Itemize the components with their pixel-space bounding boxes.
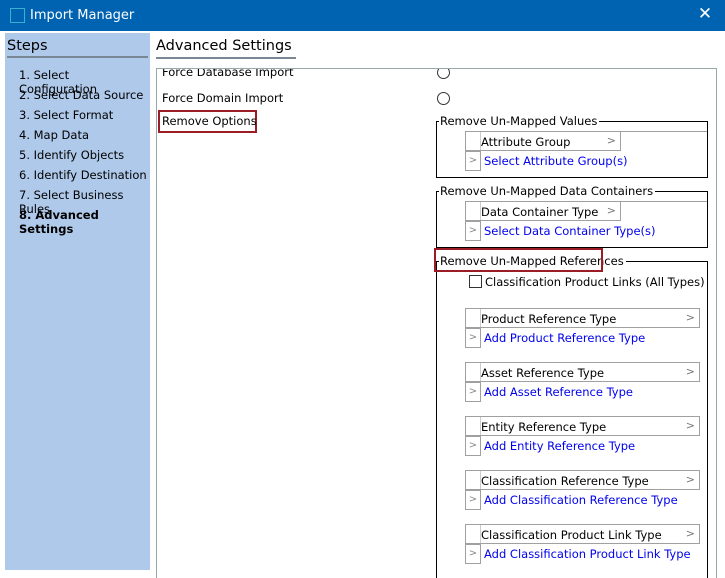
header-label: Classification Reference Type [481,474,649,488]
step-select-data-source[interactable]: 2. Select Data Source [19,88,143,102]
link-row: > Add Asset Reference Type [465,382,700,402]
add-reference-type-link[interactable]: Add Asset Reference Type [484,385,633,399]
header-label: Entity Reference Type [481,420,607,434]
link-row: > Select Data Container Type(s) [465,221,695,241]
expand-icon[interactable]: > [465,221,481,241]
link-row: > Add Entity Reference Type [465,436,700,456]
steps-title: Steps [7,38,48,54]
data-container-type-header[interactable]: Data Container Type > [465,201,621,221]
remove-unmapped-references-group: Remove Un-Mapped References Classificati… [436,254,708,578]
header-label: Asset Reference Type [481,366,605,380]
remove-unmapped-data-containers-group: Remove Un-Mapped Data Containers Data Co… [436,184,708,248]
header-label: Classification Product Link Type [481,528,662,542]
chevron-right-icon: > [685,527,695,540]
expand-icon[interactable]: > [465,328,481,348]
reference-type-header[interactable]: Entity Reference Type > [465,416,700,436]
link-row: > Select Attribute Group(s) [465,151,665,171]
link-row: > Add Product Reference Type [465,328,700,348]
reference-type-header[interactable]: Classification Product Link Type > [465,524,700,544]
header-label: Attribute Group [481,135,571,149]
app-icon [10,8,25,23]
add-reference-type-link[interactable]: Add Classification Reference Type [484,493,678,507]
add-reference-type-link[interactable]: Add Product Reference Type [484,331,645,345]
group-label: Remove Un-Mapped Data Containers [439,184,656,198]
remove-options-label: Remove Options [162,114,257,128]
step-identify-objects[interactable]: 5. Identify Objects [19,148,124,162]
title-bar: Import Manager ✕ [0,0,725,31]
expand-icon[interactable]: > [465,382,481,402]
reference-type-header[interactable]: Asset Reference Type > [465,362,700,382]
link-row: > Add Classification Reference Type [465,490,700,510]
page-title: Advanced Settings [156,38,292,54]
divider [7,56,148,58]
step-select-format[interactable]: 3. Select Format [19,108,113,122]
settings-panel: Force Database Import Force Domain Impor… [156,68,717,578]
expand-icon[interactable]: > [465,544,481,564]
header-label: Data Container Type [481,205,599,219]
chevron-right-icon: > [685,311,695,324]
header-label: Product Reference Type [481,312,617,326]
force-domain-import-label: Force Domain Import [162,91,284,105]
window-title: Import Manager [30,8,135,23]
steps-panel: Steps 1. Select Configuration 2. Select … [5,33,150,570]
reference-type-header[interactable]: Product Reference Type > [465,308,700,328]
step-identify-destination[interactable]: 6. Identify Destination [19,168,147,182]
force-database-import-radio[interactable] [437,69,450,79]
chevron-right-icon: > [685,473,695,486]
link-row: > Add Classification Product Link Type [465,544,700,564]
add-reference-type-link[interactable]: Add Entity Reference Type [484,439,635,453]
expand-icon[interactable]: > [465,151,481,171]
select-data-container-types-link[interactable]: Select Data Container Type(s) [484,224,655,238]
expand-icon[interactable]: > [465,436,481,456]
checkbox-label: Classification Product Links (All Types) [485,275,705,289]
chevron-right-icon: > [606,204,616,217]
remove-unmapped-references-highlight [434,248,603,272]
group-label: Remove Un-Mapped Values [439,114,600,128]
step-advanced-settings[interactable]: 8. Advanced Settings [19,208,150,236]
step-map-data[interactable]: 4. Map Data [19,128,89,142]
classification-product-links-checkbox[interactable] [469,275,482,288]
chevron-right-icon: > [685,365,695,378]
divider [156,57,296,59]
force-database-import-label: Force Database Import [162,68,294,79]
remove-unmapped-values-group: Remove Un-Mapped Values Attribute Group >… [436,114,708,178]
chevron-right-icon: > [685,419,695,432]
chevron-right-icon: > [606,134,616,147]
select-attribute-groups-link[interactable]: Select Attribute Group(s) [484,154,628,168]
add-reference-type-link[interactable]: Add Classification Product Link Type [484,547,691,561]
force-domain-import-radio[interactable] [437,92,450,105]
close-icon[interactable]: ✕ [694,4,716,24]
expand-icon[interactable]: > [465,490,481,510]
attribute-group-header[interactable]: Attribute Group > [465,131,621,151]
reference-type-header[interactable]: Classification Reference Type > [465,470,700,490]
